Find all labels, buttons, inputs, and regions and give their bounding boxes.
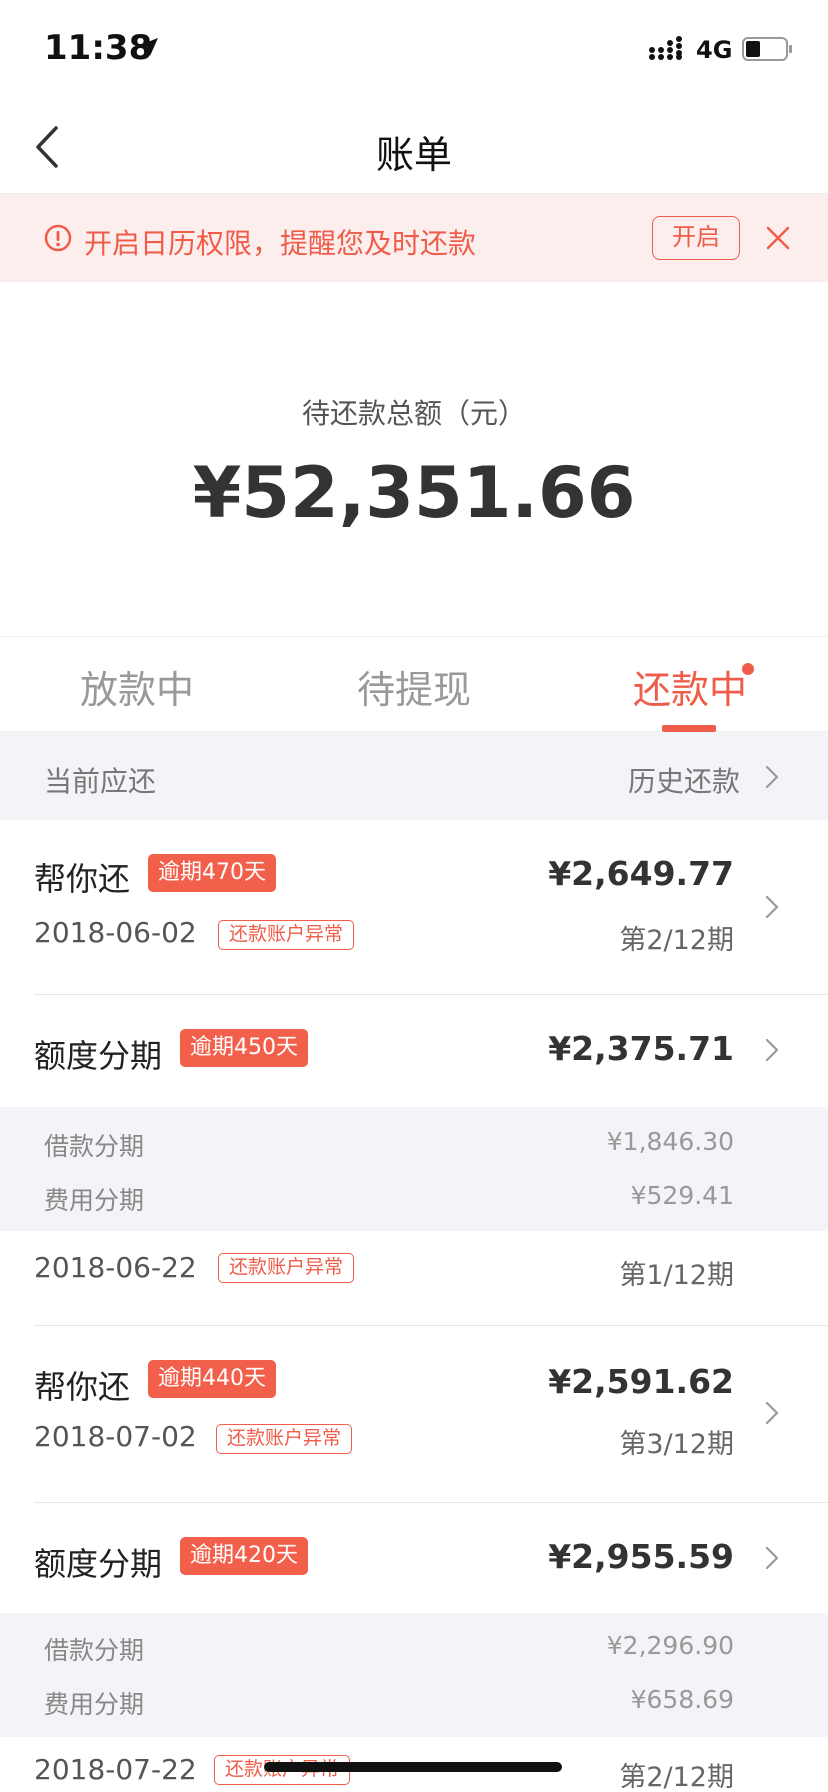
battery-icon [742,37,792,61]
bill-title: 帮你还 [34,1368,131,1406]
nav-bar: 账单 [0,100,828,194]
chevron-right-icon[interactable] [764,1400,780,1426]
balance-label: 待还款总额（元） [301,397,526,430]
page-title: 账单 [375,133,452,177]
history-repayment-link[interactable]: 历史还款 [628,760,740,800]
breakdown-label: 费用分期 [44,1186,145,1215]
bill-amount: ¥2,955.59 [548,1537,734,1576]
tab-repaying[interactable]: 还款中 [633,659,747,714]
account-error-badge: 还款账户异常 [218,920,355,950]
tab-pending-withdrawal[interactable]: 待提现 [357,659,471,714]
breakdown-label: 借款分期 [44,1132,145,1161]
bill-period: 第2/12期 [619,1762,734,1792]
current-due-label: 当前应还 [44,765,157,798]
banner-text: 开启日历权限，提醒您及时还款 [84,227,477,260]
bill-breakdown: 借款分期 ¥2,296.90 费用分期 ¥658.69 [0,1613,828,1737]
bill-amount: ¥2,375.71 [548,1029,734,1068]
status-bar: 11:38 4G [0,0,828,100]
active-tab-indicator [662,725,716,732]
chevron-right-icon[interactable] [764,764,780,790]
bill-item[interactable]: 帮你还 逾期440天 ¥2,591.62 2018-07-02 还款账户异常 第… [0,1326,828,1502]
location-arrow-icon [140,38,158,56]
chevron-right-icon[interactable] [764,1545,780,1571]
overdue-badge: 逾期440天 [148,1360,276,1398]
bill-amount: ¥2,649.77 [548,854,734,893]
breakdown-label: 费用分期 [44,1690,145,1719]
alert-circle-icon [44,224,72,252]
bill-period: 第3/12期 [619,1429,734,1460]
breakdown-value: ¥1,846.30 [606,1127,734,1156]
section-header: 当前应还 历史还款 [0,732,828,820]
tab-bar: 放款中 待提现 还款中 [0,636,828,732]
bill-date: 2018-06-02 [34,916,197,949]
bill-date: 2018-07-02 [34,1420,197,1453]
breakdown-value: ¥658.69 [630,1685,734,1714]
status-time: 11:38 [44,28,153,68]
enable-button[interactable]: 开启 [652,216,740,260]
breakdown-label: 借款分期 [44,1636,145,1665]
account-error-badge: 还款账户异常 [218,1253,355,1283]
bill-title: 额度分期 [34,1037,163,1075]
bill-amount: ¥2,591.62 [548,1362,734,1401]
bill-date: 2018-07-22 [34,1753,197,1786]
calendar-permission-banner: 开启日历权限，提醒您及时还款 开启 [0,194,828,282]
bill-period: 第1/12期 [619,1260,734,1291]
bill-item[interactable]: 额度分期 逾期450天 ¥2,375.71 [0,995,828,1107]
bill-item-footer[interactable]: 2018-06-22 还款账户异常 第1/12期 [0,1231,828,1325]
notification-dot [742,663,754,675]
bill-title: 帮你还 [34,860,131,898]
bill-date: 2018-06-22 [34,1251,197,1284]
chevron-right-icon[interactable] [764,894,780,920]
bill-period: 第2/12期 [619,925,734,956]
bill-title: 额度分期 [34,1545,163,1583]
overdue-badge: 逾期470天 [148,854,276,892]
network-type: 4G [696,36,733,64]
chevron-right-icon[interactable] [764,1037,780,1063]
breakdown-value: ¥529.41 [630,1181,734,1210]
bill-breakdown: 借款分期 ¥1,846.30 费用分期 ¥529.41 [0,1107,828,1231]
signal-icon [649,36,682,60]
overdue-badge: 逾期450天 [180,1029,308,1067]
balance-amount: ¥52,351.66 [192,452,636,534]
tab-disbursing[interactable]: 放款中 [80,659,194,714]
breakdown-value: ¥2,296.90 [606,1631,734,1660]
bill-item[interactable]: 帮你还 逾期470天 ¥2,649.77 2018-06-02 还款账户异常 第… [0,820,828,994]
account-error-badge: 还款账户异常 [216,1424,353,1454]
home-indicator[interactable] [264,1762,562,1772]
close-icon[interactable] [764,224,792,252]
bill-item[interactable]: 额度分期 逾期420天 ¥2,955.59 [0,1503,828,1613]
balance-summary: 待还款总额（元） ¥52,351.66 [0,282,828,636]
overdue-badge: 逾期420天 [180,1537,308,1575]
